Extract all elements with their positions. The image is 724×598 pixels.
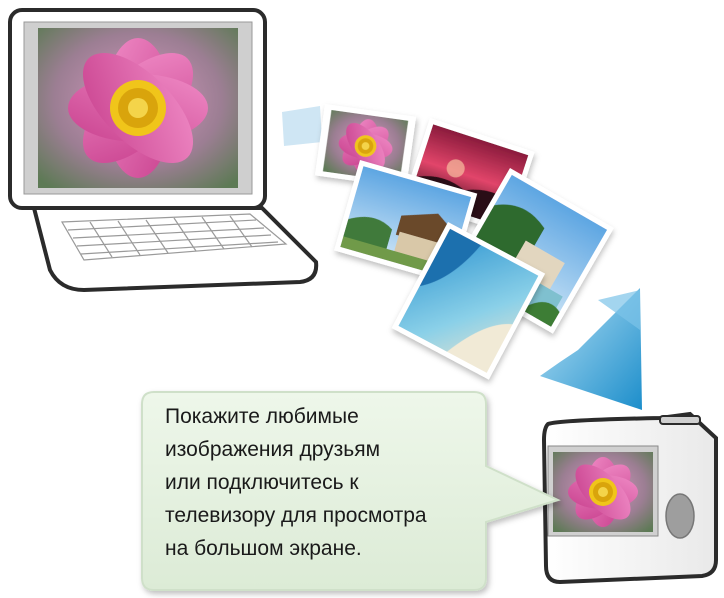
camera-icon	[541, 411, 718, 585]
laptop-icon	[8, 8, 319, 293]
caption-line: или подключитесь к	[165, 471, 359, 494]
photo-stack-icon	[282, 104, 642, 410]
camera-lens-button	[665, 493, 695, 539]
callout-caption: Покажите любимые изображения друзьям или…	[165, 400, 485, 565]
caption-line: телевизору для просмотра	[165, 504, 427, 527]
caption-line: Покажите любимые	[165, 405, 359, 428]
laptop-screen-photo	[38, 28, 238, 188]
camera-screen-photo	[553, 452, 653, 532]
caption-line: изображения друзьям	[165, 438, 381, 461]
caption-line: на большом экране.	[165, 537, 362, 560]
